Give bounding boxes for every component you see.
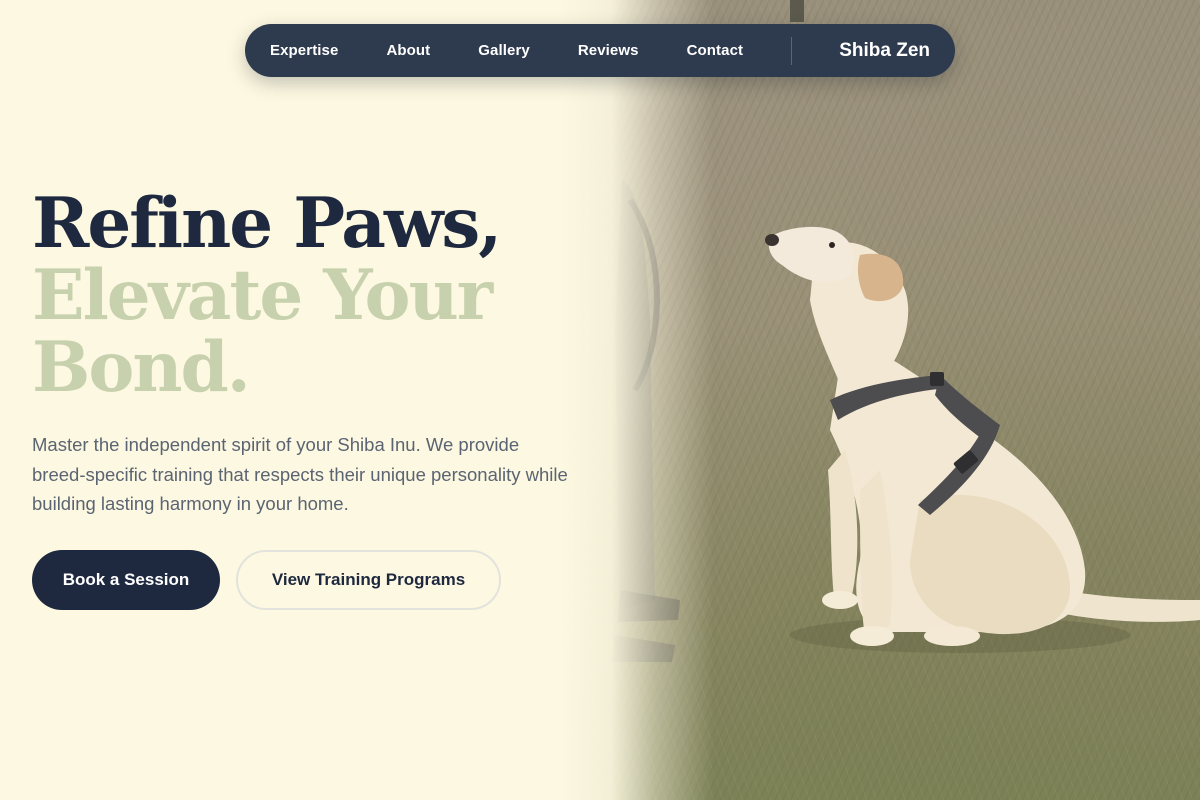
hero-description: Master the independent spirit of your Sh… [32,434,568,514]
nav-link-about[interactable]: About [386,42,430,59]
nav-divider [791,36,793,65]
nav-link-gallery[interactable]: Gallery [478,42,530,59]
headline-line-1: Refine Paws, [32,183,502,264]
top-navigation: Expertise About Gallery Reviews Contact … [245,24,955,77]
nav-links: Expertise About Gallery Reviews Contact [270,42,743,59]
hero-dog-photo [560,0,1200,800]
hero-headline: Refine Paws, Elevate Your Bond. [32,183,502,408]
book-session-button[interactable]: Book a Session [32,550,220,610]
view-training-programs-button[interactable]: View Training Programs [236,550,501,610]
photo-fade-overlay [560,0,1200,800]
nav-link-contact[interactable]: Contact [687,42,744,59]
nav-link-expertise[interactable]: Expertise [270,42,338,59]
brand-logo[interactable]: Shiba Zen [839,40,930,62]
nav-link-reviews[interactable]: Reviews [578,42,639,59]
headline-line-3: Bond. [32,327,251,408]
headline-line-2: Elevate Your [32,255,493,336]
